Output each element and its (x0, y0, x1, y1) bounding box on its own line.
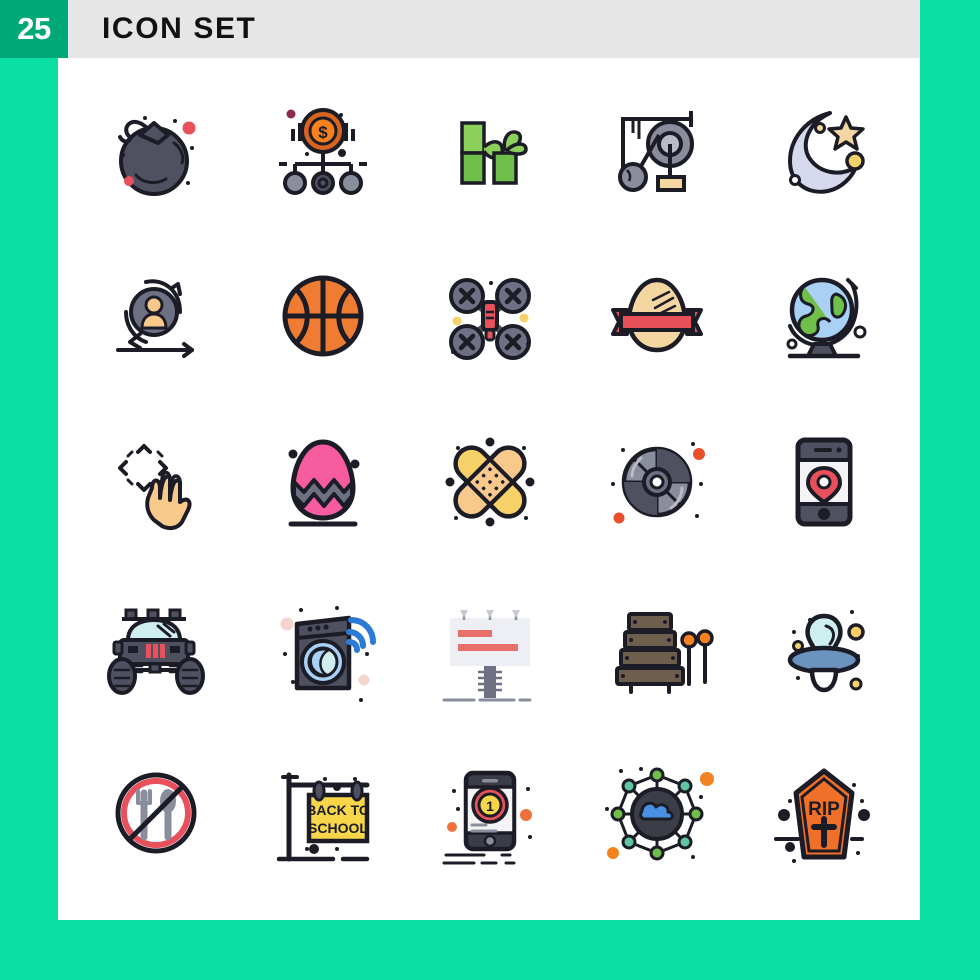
icon-cell-pulley[interactable] (574, 68, 741, 234)
icon-cell-easter-egg[interactable] (239, 399, 406, 565)
back-to-school-line1: BACK TO (306, 802, 370, 818)
moon-star-icon (788, 110, 866, 194)
icon-count-value: 25 (17, 11, 51, 46)
egg-ribbon-icon (611, 278, 704, 353)
icon-set-page: 25 ICON SET $ BACK TO SCHOOL 1 RIP (0, 0, 980, 980)
icon-canvas: $ BACK TO SCHOOL 1 RIP (58, 58, 920, 920)
icon-cell-egg-ribbon[interactable] (574, 234, 741, 400)
icon-cell-no-food[interactable] (72, 730, 239, 896)
back-to-school-icon: BACK TO SCHOOL (276, 772, 370, 862)
icon-cell-mobile-location[interactable] (741, 399, 908, 565)
crowdfunding-icon: $ (278, 107, 367, 195)
icon-cell-xylophone[interactable] (574, 565, 741, 731)
pulley-icon (618, 110, 695, 192)
bandage-icon (445, 437, 535, 527)
icon-grid: $ BACK TO SCHOOL 1 RIP (58, 58, 920, 920)
page-title: ICON SET (102, 12, 257, 45)
icon-cell-mobile-ranking[interactable]: 1 (406, 730, 573, 896)
dollar-sign-label: $ (318, 123, 328, 142)
icon-cell-globe-stand[interactable] (741, 234, 908, 400)
coffin-icon: RIP (774, 768, 871, 864)
title-bar: ICON SET (68, 0, 920, 58)
drone-icon (448, 278, 531, 361)
icon-cell-bamboo[interactable] (406, 68, 573, 234)
icon-count-badge: 25 (0, 0, 68, 58)
icon-cell-coffin[interactable]: RIP (741, 730, 908, 896)
bomb-icon (117, 115, 196, 196)
globe-stand-icon (786, 278, 867, 359)
icon-cell-bomb[interactable] (72, 68, 239, 234)
basketball-icon (282, 275, 364, 357)
smart-washer-icon (280, 605, 376, 702)
icon-cell-compact-disc[interactable] (574, 399, 741, 565)
mobile-location-icon (795, 437, 853, 527)
cloud-network-icon (605, 767, 715, 861)
rank-number-label: 1 (486, 798, 494, 814)
mobile-ranking-icon: 1 (442, 770, 532, 865)
icon-cell-billboard[interactable] (406, 565, 573, 731)
icon-cell-basketball[interactable] (239, 234, 406, 400)
no-food-icon (115, 772, 197, 854)
back-to-school-line2: SCHOOL (308, 820, 368, 836)
user-refresh-icon (115, 279, 194, 359)
icon-cell-monster-truck[interactable] (72, 565, 239, 731)
billboard-icon (442, 609, 532, 702)
icon-cell-smart-washer[interactable] (239, 565, 406, 731)
icon-cell-pacifier[interactable] (741, 565, 908, 731)
drag-gesture-icon (117, 443, 192, 531)
xylophone-icon (615, 611, 714, 694)
icon-cell-cloud-network[interactable] (574, 730, 741, 896)
monster-truck-icon (106, 608, 205, 695)
icon-cell-user-refresh[interactable] (72, 234, 239, 400)
easter-egg-icon (288, 439, 360, 527)
pacifier-icon (788, 609, 866, 692)
icon-cell-bandage[interactable] (406, 399, 573, 565)
bamboo-icon (460, 121, 528, 185)
icon-cell-drone[interactable] (406, 234, 573, 400)
header: 25 ICON SET (0, 0, 920, 58)
icon-cell-moon-star[interactable] (741, 68, 908, 234)
compact-disc-icon (611, 441, 706, 524)
icon-cell-crowdfunding[interactable]: $ (239, 68, 406, 234)
icon-cell-back-to-school[interactable]: BACK TO SCHOOL (239, 730, 406, 896)
icon-cell-drag-gesture[interactable] (72, 399, 239, 565)
